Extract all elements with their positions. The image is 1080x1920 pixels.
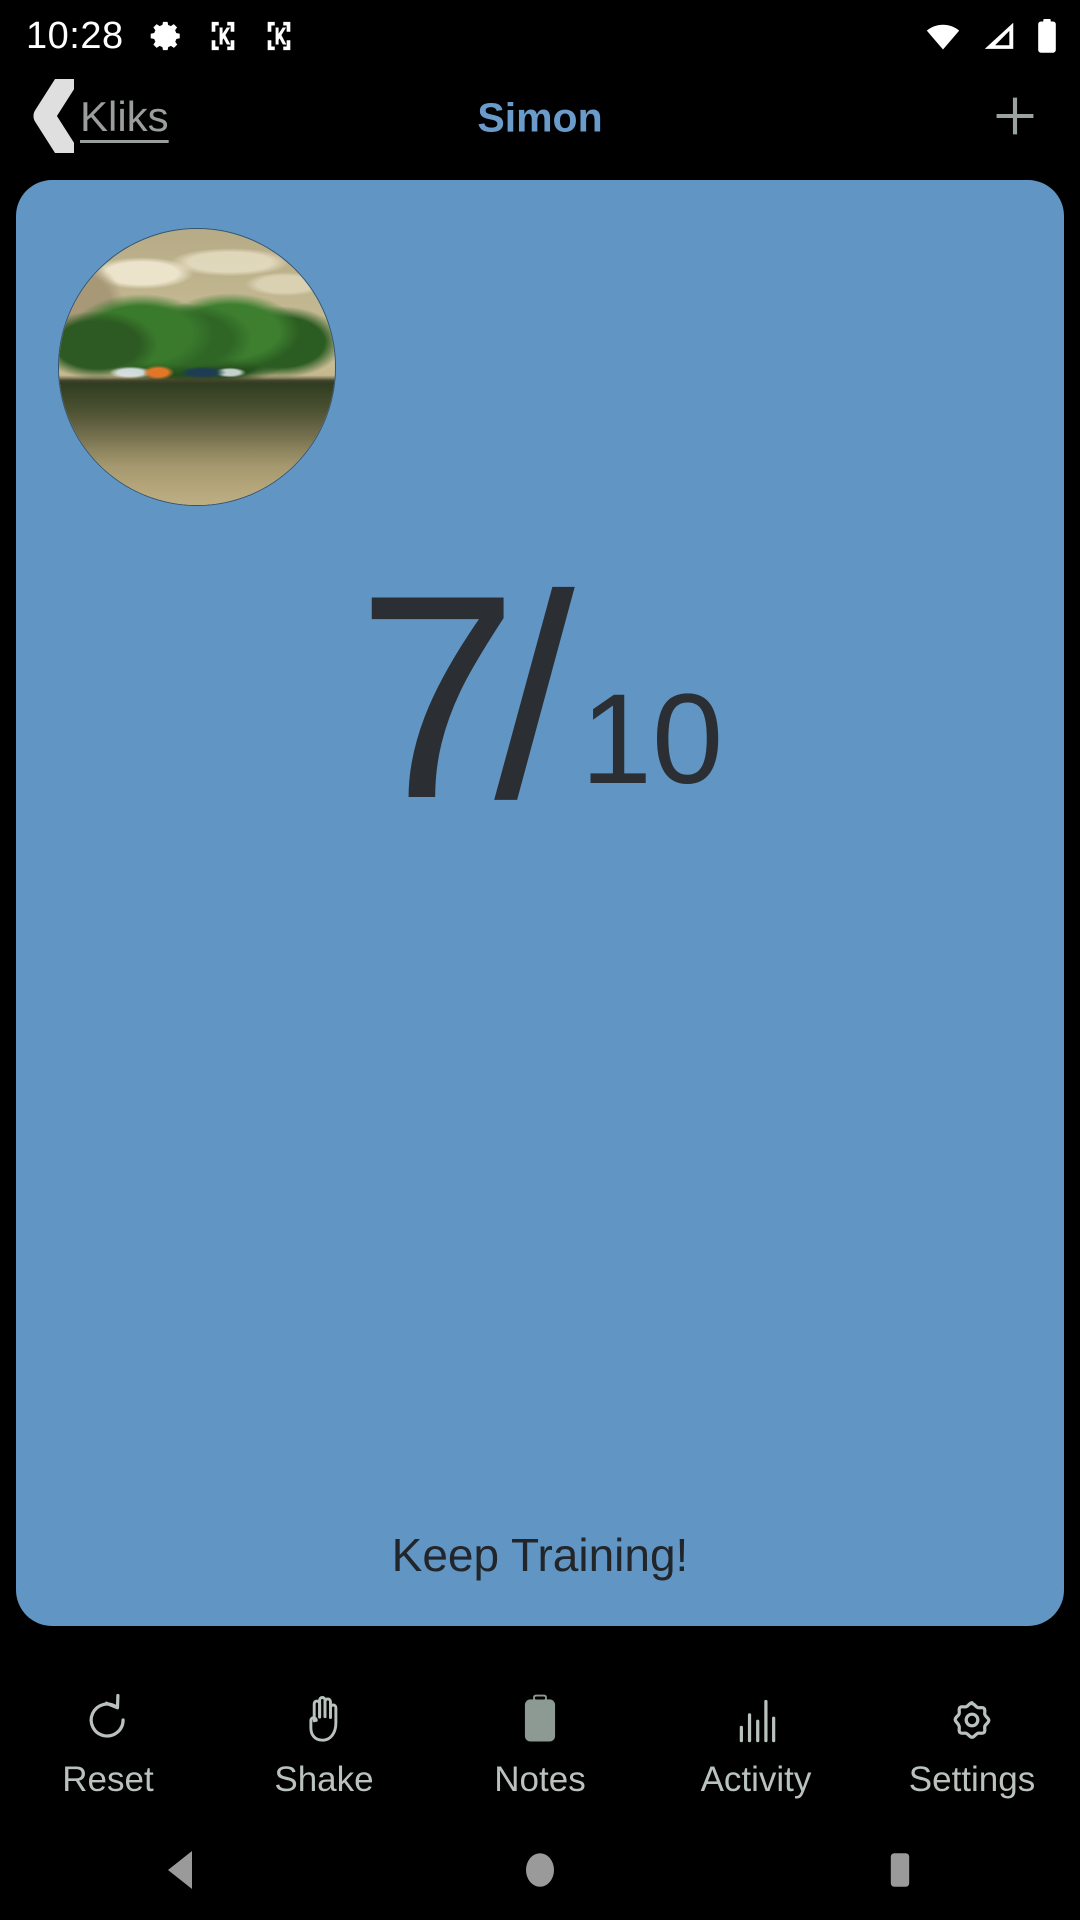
avatar[interactable] (58, 228, 336, 506)
motivation-message: Keep Training! (391, 1529, 689, 1581)
card-container: 7 / 10 Keep Training! (0, 164, 1080, 1664)
counter-separator: / (494, 535, 575, 859)
avatar-photo (59, 229, 335, 505)
status-bar-clock: 10:28 (26, 15, 124, 57)
tab-label: Shake (274, 1759, 374, 1799)
counter-card[interactable]: 7 / 10 Keep Training! (16, 180, 1064, 1626)
recents-square-icon[interactable] (880, 1848, 920, 1897)
tab-reset[interactable]: Reset (0, 1692, 216, 1797)
system-recents-button[interactable] (720, 1848, 1080, 1897)
cellular-signal-icon (982, 21, 1016, 51)
tab-shake[interactable]: Shake (216, 1692, 432, 1797)
phone-screen: 10:28 Kliks Simon 7 / 10 Keep Training! … (0, 0, 1080, 1920)
clipboard-icon[interactable] (518, 1692, 562, 1748)
counter-goal-value: 10 (580, 668, 724, 812)
refresh-icon[interactable] (82, 1692, 134, 1748)
counter-current-value: 7 (356, 535, 518, 859)
home-circle-icon[interactable] (520, 1848, 560, 1897)
system-navigation-bar (0, 1824, 1080, 1920)
back-button-label[interactable]: Kliks (80, 96, 169, 140)
back-chevron-icon[interactable] (30, 72, 76, 159)
bar-chart-icon[interactable] (731, 1692, 781, 1748)
system-back-button[interactable] (0, 1848, 360, 1897)
counter-display: 7 / 10 (16, 535, 1064, 859)
tab-label: Reset (62, 1759, 154, 1799)
add-button[interactable] (980, 83, 1050, 153)
battery-icon (1036, 19, 1058, 53)
app-nav-bar: Kliks Simon (0, 72, 1080, 164)
wifi-icon (924, 21, 962, 51)
tab-label: Activity (700, 1759, 812, 1799)
tab-label: Settings (908, 1759, 1036, 1799)
back-triangle-icon[interactable] (160, 1848, 200, 1897)
gear-icon[interactable] (946, 1692, 998, 1748)
hand-icon[interactable] (299, 1692, 349, 1748)
kliks-notification-icon (206, 19, 240, 53)
status-bar-system-icons (924, 19, 1058, 53)
tab-settings[interactable]: Settings (864, 1692, 1080, 1797)
system-home-button[interactable] (360, 1848, 720, 1897)
bottom-tab-bar: Reset Shake Notes Activity Settings (0, 1664, 1080, 1824)
gear-icon (150, 19, 184, 53)
tab-label: Notes (494, 1759, 586, 1799)
tab-activity[interactable]: Activity (648, 1692, 864, 1797)
tab-notes[interactable]: Notes (432, 1692, 648, 1797)
status-bar-notification-icons (150, 19, 296, 53)
back-button[interactable]: Kliks (30, 72, 169, 159)
plus-icon[interactable] (989, 90, 1041, 147)
kliks-notification-icon (262, 19, 296, 53)
status-bar: 10:28 (0, 0, 1080, 72)
